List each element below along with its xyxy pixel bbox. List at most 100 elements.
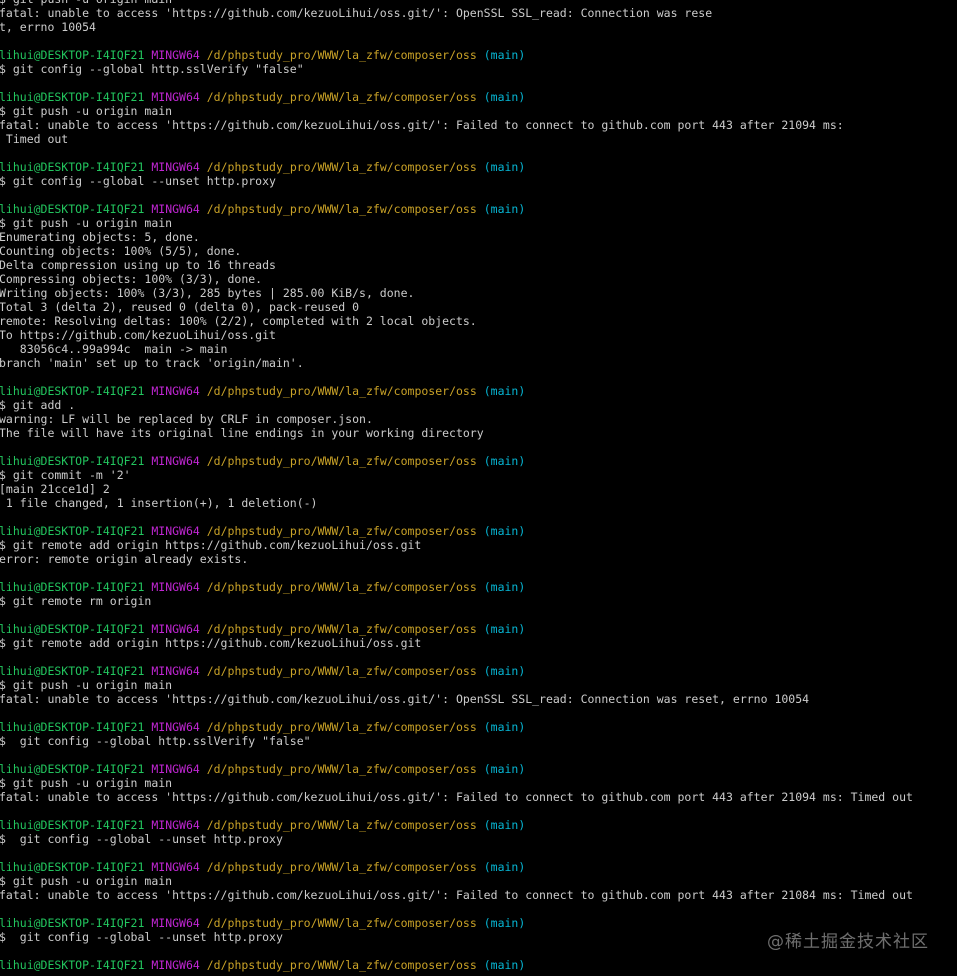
prompt-host: MINGW64	[151, 454, 200, 468]
output-text: fatal: unable to access 'https://github.…	[0, 6, 713, 20]
prompt-path: /d/phpstudy_pro/WWW/la_zfw/composer/oss	[206, 202, 477, 216]
terminal-output[interactable]: $ git push -u origin mainfatal: unable t…	[0, 0, 913, 972]
command-text: $ git add .	[0, 398, 76, 412]
prompt-user: lihui@DESKTOP-I4IQF21	[0, 202, 145, 216]
output-line: To https://github.com/kezuoLihui/oss.git	[0, 328, 913, 342]
command-line: $ git config --global --unset http.proxy	[0, 832, 913, 846]
output-text: fatal: unable to access 'https://github.…	[0, 692, 810, 706]
command-text: $ git remote add origin https://github.c…	[0, 636, 422, 650]
command-line: $ git commit -m '2'	[0, 468, 913, 482]
command-line: $ git remote add origin https://github.c…	[0, 636, 913, 650]
prompt-user: lihui@DESKTOP-I4IQF21	[0, 720, 145, 734]
output-text: remote: Resolving deltas: 100% (2/2), co…	[0, 314, 477, 328]
output-text: 1 file changed, 1 insertion(+), 1 deleti…	[0, 496, 318, 510]
prompt-path: /d/phpstudy_pro/WWW/la_zfw/composer/oss	[206, 90, 477, 104]
command-line: $ git config --global --unset http.proxy	[0, 174, 913, 188]
prompt-user: lihui@DESKTOP-I4IQF21	[0, 916, 145, 930]
command-text: $ git push -u origin main	[0, 776, 173, 790]
output-line: 1 file changed, 1 insertion(+), 1 deleti…	[0, 496, 913, 510]
output-line: 83056c4..99a994c main -> main	[0, 342, 913, 356]
output-line: error: remote origin already exists.	[0, 552, 913, 566]
command-line: $ git push -u origin main	[0, 216, 913, 230]
prompt-branch: (main)	[483, 580, 526, 594]
command-text: $ git push -u origin main	[0, 874, 173, 888]
prompt-branch: (main)	[483, 48, 526, 62]
command-text: $ git remote rm origin	[0, 594, 152, 608]
prompt-host: MINGW64	[151, 90, 200, 104]
output-line: fatal: unable to access 'https://github.…	[0, 118, 913, 132]
command-text: $ git push -u origin main	[0, 216, 173, 230]
prompt-line: lihui@DESKTOP-I4IQF21 MINGW64 /d/phpstud…	[0, 762, 913, 776]
prompt-user: lihui@DESKTOP-I4IQF21	[0, 580, 145, 594]
prompt-host: MINGW64	[151, 160, 200, 174]
prompt-path: /d/phpstudy_pro/WWW/la_zfw/composer/oss	[206, 664, 477, 678]
terminal-window[interactable]: $ git push -u origin mainfatal: unable t…	[0, 0, 957, 976]
prompt-host: MINGW64	[151, 580, 200, 594]
prompt-path: /d/phpstudy_pro/WWW/la_zfw/composer/oss	[206, 916, 477, 930]
prompt-line: lihui@DESKTOP-I4IQF21 MINGW64 /d/phpstud…	[0, 818, 913, 832]
prompt-path: /d/phpstudy_pro/WWW/la_zfw/composer/oss	[206, 720, 477, 734]
prompt-host: MINGW64	[151, 762, 200, 776]
output-text: fatal: unable to access 'https://github.…	[0, 888, 913, 902]
command-line: $ git remote add origin https://github.c…	[0, 538, 913, 552]
output-line: t, errno 10054	[0, 20, 913, 34]
output-text: branch 'main' set up to track 'origin/ma…	[0, 356, 304, 370]
output-line: fatal: unable to access 'https://github.…	[0, 888, 913, 902]
prompt-line: lihui@DESKTOP-I4IQF21 MINGW64 /d/phpstud…	[0, 622, 913, 636]
prompt-line: lihui@DESKTOP-I4IQF21 MINGW64 /d/phpstud…	[0, 202, 913, 216]
output-line: Timed out	[0, 132, 913, 146]
command-text: $ git push -u origin main	[0, 104, 173, 118]
prompt-user: lihui@DESKTOP-I4IQF21	[0, 860, 145, 874]
prompt-branch: (main)	[483, 524, 526, 538]
prompt-branch: (main)	[483, 454, 526, 468]
output-line: Writing objects: 100% (3/3), 285 bytes |…	[0, 286, 913, 300]
output-text: t, errno 10054	[0, 20, 96, 34]
prompt-host: MINGW64	[151, 524, 200, 538]
output-text: Counting objects: 100% (5/5), done.	[0, 244, 242, 258]
prompt-user: lihui@DESKTOP-I4IQF21	[0, 160, 145, 174]
prompt-branch: (main)	[483, 384, 526, 398]
prompt-user: lihui@DESKTOP-I4IQF21	[0, 664, 145, 678]
prompt-branch: (main)	[483, 160, 526, 174]
output-text: 83056c4..99a994c main -> main	[0, 342, 228, 356]
prompt-branch: (main)	[483, 622, 526, 636]
command-text: $ git config --global http.sslVerify "fa…	[0, 734, 311, 748]
output-text: Compressing objects: 100% (3/3), done.	[0, 272, 263, 286]
prompt-path: /d/phpstudy_pro/WWW/la_zfw/composer/oss	[206, 818, 477, 832]
command-text: $ git config --global --unset http.proxy	[0, 930, 283, 944]
prompt-host: MINGW64	[151, 818, 200, 832]
prompt-user: lihui@DESKTOP-I4IQF21	[0, 762, 145, 776]
prompt-user: lihui@DESKTOP-I4IQF21	[0, 622, 145, 636]
output-line: Compressing objects: 100% (3/3), done.	[0, 272, 913, 286]
output-text: warning: LF will be replaced by CRLF in …	[0, 412, 373, 426]
prompt-path: /d/phpstudy_pro/WWW/la_zfw/composer/oss	[206, 524, 477, 538]
prompt-branch: (main)	[483, 90, 526, 104]
output-line: branch 'main' set up to track 'origin/ma…	[0, 356, 913, 370]
command-line: $ git push -u origin main	[0, 678, 913, 692]
prompt-path: /d/phpstudy_pro/WWW/la_zfw/composer/oss	[206, 160, 477, 174]
prompt-line: lihui@DESKTOP-I4IQF21 MINGW64 /d/phpstud…	[0, 664, 913, 678]
prompt-host: MINGW64	[151, 622, 200, 636]
output-line: Counting objects: 100% (5/5), done.	[0, 244, 913, 258]
output-line: warning: LF will be replaced by CRLF in …	[0, 412, 913, 426]
output-text: fatal: unable to access 'https://github.…	[0, 118, 844, 132]
output-text: Delta compression using up to 16 threads	[0, 258, 276, 272]
prompt-line: lihui@DESKTOP-I4IQF21 MINGW64 /d/phpstud…	[0, 860, 913, 874]
output-line: The file will have its original line end…	[0, 426, 913, 440]
output-line: fatal: unable to access 'https://github.…	[0, 692, 913, 706]
prompt-user: lihui@DESKTOP-I4IQF21	[0, 384, 145, 398]
prompt-host: MINGW64	[151, 860, 200, 874]
prompt-line: lihui@DESKTOP-I4IQF21 MINGW64 /d/phpstud…	[0, 580, 913, 594]
prompt-branch: (main)	[483, 860, 526, 874]
